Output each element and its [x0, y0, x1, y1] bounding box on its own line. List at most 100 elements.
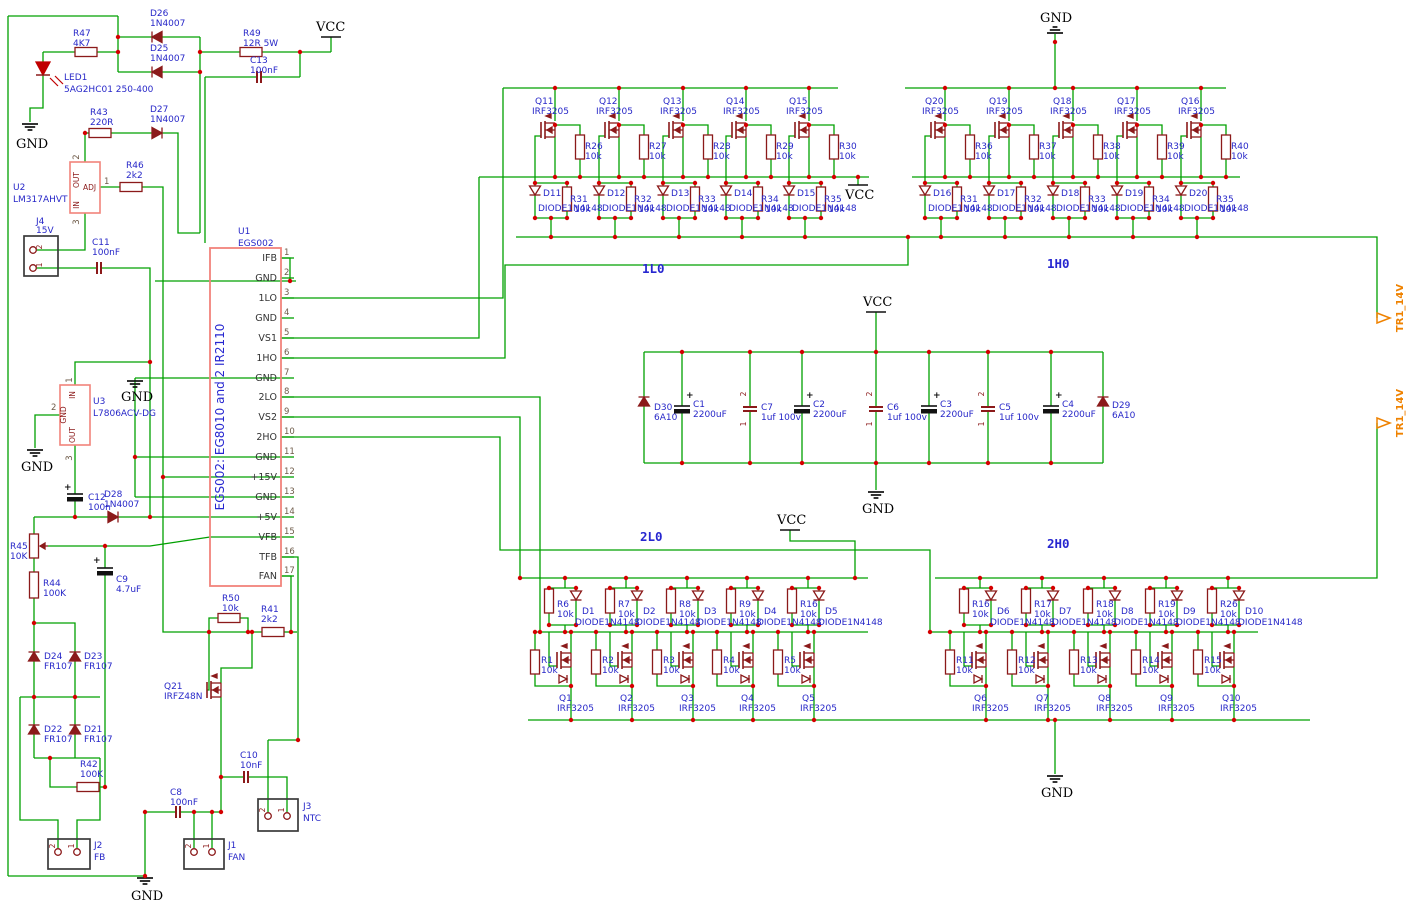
label-D12-value: DIODE1N4148 [602, 204, 667, 214]
cap-pin-2: 2 [977, 391, 986, 396]
u1-pin-name-1: IFB [262, 253, 277, 264]
label-Q19-ref: Q19 [989, 97, 1008, 107]
label-R14-ref: R14 [1142, 656, 1160, 666]
label-R19-value: 10k [1158, 610, 1175, 620]
resistor-symbol [592, 650, 601, 674]
label-Q10-value: IRF3205 [1220, 704, 1257, 714]
resistor-symbol [1194, 650, 1203, 674]
label-R34-ref: R34 [1152, 195, 1170, 205]
label-R49-ref: R49 [243, 29, 261, 39]
connector-box [24, 236, 58, 276]
label-R5-value: 10k [784, 666, 801, 676]
label-Q13-ref: Q13 [663, 97, 682, 107]
label-R31-value: 10k [574, 205, 591, 215]
label-Q11-ref: Q11 [535, 97, 554, 107]
u1-pin-name-8: 2LO [259, 392, 277, 403]
u1-pin-name-7: GND [255, 373, 277, 384]
u1-pin-num-12: 12 [284, 467, 295, 477]
plus-sign: + [93, 556, 101, 566]
label-Q8-value: IRF3205 [1096, 704, 1133, 714]
label-Q19-value: IRF3205 [986, 107, 1023, 117]
diode-symbol [70, 652, 81, 661]
label-R41-ref: R41 [261, 605, 279, 615]
label-R38-ref: R38 [1103, 142, 1121, 152]
u1-pin-name-13: GND [255, 492, 277, 503]
label-R34-value: 10k [765, 205, 782, 215]
label-U1-ref: U1 [238, 227, 250, 237]
j4-pin-1: 1 [35, 262, 44, 267]
label-D21-ref: D21 [84, 725, 102, 735]
label-Q20-ref: Q20 [925, 97, 944, 107]
label-R18-value: 10k [1096, 610, 1113, 620]
diode-symbol [152, 67, 162, 78]
diode-symbol [70, 725, 81, 734]
net-label-gnd: GND [1041, 786, 1073, 801]
label-D5-value: DIODE1N4148 [818, 618, 883, 628]
net-flag-tr1-14v: TR1_14V [1395, 284, 1406, 332]
net-flag-icon [1377, 313, 1390, 323]
u2-num-adj: 1 [104, 177, 109, 187]
label-Q10-ref: Q10 [1222, 694, 1241, 704]
section-label-2l0: 2L0 [640, 529, 663, 544]
label-R26-value: 10k [1220, 610, 1237, 620]
label-Q20-value: IRF3205 [922, 107, 959, 117]
label-D15-ref: D15 [797, 189, 815, 199]
label-J2-value: FB [94, 853, 105, 863]
resistor-symbol [262, 628, 284, 637]
label-R1-value: 10k [541, 666, 558, 676]
label-R16-value: 10k [800, 610, 817, 620]
resistor-symbol [1030, 135, 1039, 159]
label-R46-ref: R46 [126, 161, 144, 171]
label-R38-value: 10k [1103, 152, 1120, 162]
u1-pin-name-6: 1HO [256, 353, 277, 364]
label-R37-ref: R37 [1039, 142, 1057, 152]
label-Q18-value: IRF3205 [1050, 107, 1087, 117]
label-Q2-ref: Q2 [620, 694, 633, 704]
label-U2-value: LM317AHVT [13, 195, 68, 205]
label-D28-value: 1N4007 [104, 500, 139, 510]
diode-symbol [639, 397, 650, 406]
label-Q3-value: IRF3205 [679, 704, 716, 714]
connector-box [184, 839, 224, 869]
label-R32-value: 10k [1028, 205, 1045, 215]
u1-pin-num-1: 1 [284, 248, 289, 258]
label-D13-value: DIODE1N4148 [666, 204, 731, 214]
u1-pin-name-12: +15V [250, 472, 277, 483]
label-C2-ref: C2 [813, 400, 825, 410]
label-R6-value: 10k [557, 610, 574, 620]
label-U3-value: L7806ACV-DG [93, 409, 156, 419]
label-Q21-ref: Q21 [164, 682, 183, 692]
label-D30-value: 6A10 [654, 413, 678, 423]
label-R32-ref: R32 [634, 195, 652, 205]
label-D2-ref: D2 [643, 607, 656, 617]
label-C4-value: 2200uF [1062, 410, 1096, 420]
label-C8-value: 100nF [170, 798, 198, 808]
u1-pin-num-5: 5 [284, 328, 289, 338]
diode-symbol [753, 591, 764, 600]
label-D18-value: DIODE1N4148 [1056, 204, 1121, 214]
label-R29-value: 10k [776, 152, 793, 162]
resistor-symbol [1008, 650, 1017, 674]
resistor-symbol [1094, 135, 1103, 159]
u1-title: EGS002: EG8010 and 2 IR2110 [213, 324, 227, 511]
label-D21-value: FR107 [84, 735, 113, 745]
net-label-vcc: VCC [862, 295, 892, 310]
cap-pin-2: 2 [739, 391, 748, 396]
label-C7-value: 1uf 100v [761, 413, 802, 423]
label-R12-ref: R12 [1018, 656, 1036, 666]
resistor-symbol [89, 129, 111, 138]
label-Q9-ref: Q9 [1160, 694, 1173, 704]
diode-symbol [1048, 186, 1059, 195]
section-label-2h0: 2H0 [1047, 536, 1070, 551]
cap-pin-1: 1 [865, 421, 874, 426]
label-D15-value: DIODE1N4148 [792, 204, 857, 214]
label-C5-ref: C5 [999, 403, 1011, 413]
cap-pin-1: 1 [739, 421, 748, 426]
label-J4-value: 15V [36, 226, 54, 236]
u1-pin-num-2: 2 [284, 268, 289, 278]
label-R30-ref: R30 [839, 142, 857, 152]
resistor-symbol [788, 589, 797, 613]
label-Q16-ref: Q16 [1181, 97, 1200, 107]
label-R2-ref: R2 [602, 656, 614, 666]
net-label-gnd: GND [1040, 11, 1072, 26]
